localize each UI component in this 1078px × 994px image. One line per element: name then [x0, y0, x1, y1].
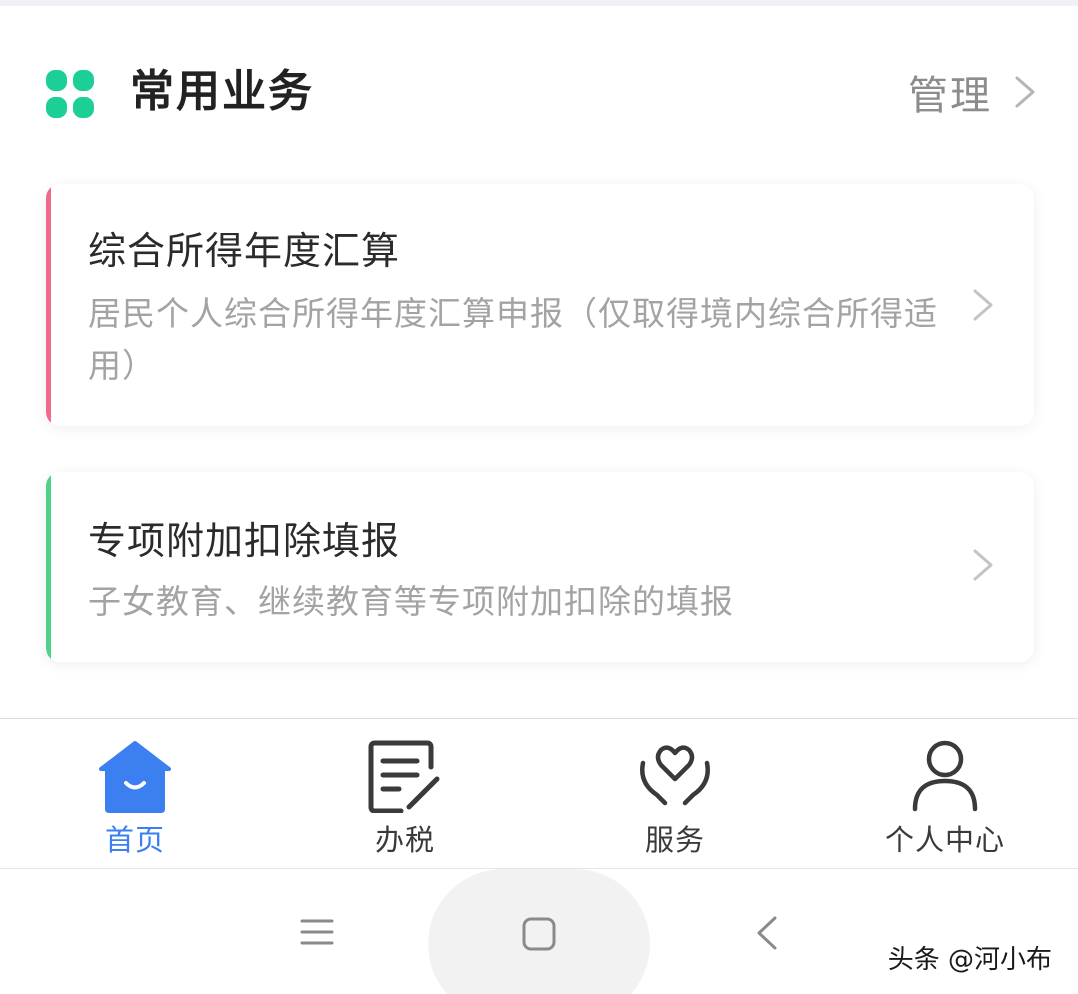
tab-label: 个人中心 — [884, 823, 1005, 857]
card-title: 专项附加扣除填报 — [88, 519, 401, 563]
card-description: 子女教育、继续教育等专项附加扣除的填报 — [88, 582, 734, 621]
bottom-tab-bar: 首页 办税 服务 个人中心 — [0, 718, 1078, 868]
tab-home[interactable]: 首页 — [35, 719, 235, 869]
tab-label: 办税 — [374, 823, 435, 857]
system-nav-bar: 头条 @河小布 — [0, 868, 1078, 994]
person-icon — [912, 740, 978, 812]
section-title: 常用业务 — [130, 66, 314, 117]
tab-service[interactable]: 服务 — [575, 719, 775, 869]
card-description: 居民个人综合所得年度汇算申报（仅取得境内综合所得适用） — [88, 294, 938, 385]
card-accent-bar — [46, 184, 51, 426]
manage-button[interactable]: 管理 — [908, 62, 1036, 122]
special-deduction-card[interactable]: 专项附加扣除填报 子女教育、继续教育等专项附加扣除的填报 — [46, 472, 1034, 662]
card-title: 综合所得年度汇算 — [88, 229, 401, 273]
chevron-right-icon — [973, 549, 993, 581]
tab-label: 首页 — [104, 823, 165, 857]
tax-form-icon — [368, 740, 440, 813]
watermark: 头条 @河小布 — [887, 945, 1052, 975]
menu-icon[interactable] — [300, 917, 334, 947]
card-accent-bar — [46, 472, 51, 662]
home-icon — [99, 741, 171, 813]
common-business-header: 常用业务 管理 — [0, 50, 1078, 140]
tab-personal-center[interactable]: 个人中心 — [845, 719, 1045, 869]
chevron-right-icon — [973, 289, 993, 321]
manage-label: 管理 — [908, 73, 992, 119]
tab-label: 服务 — [644, 823, 705, 857]
home-square-icon[interactable] — [522, 917, 556, 951]
back-icon[interactable] — [756, 915, 778, 951]
tab-tax[interactable]: 办税 — [305, 719, 505, 869]
top-strip — [0, 0, 1078, 6]
heart-hands-icon — [640, 745, 710, 806]
four-dots-icon — [46, 70, 94, 118]
chevron-right-icon — [1015, 76, 1035, 108]
annual-settlement-card[interactable]: 综合所得年度汇算 居民个人综合所得年度汇算申报（仅取得境内综合所得适用） — [46, 184, 1034, 426]
